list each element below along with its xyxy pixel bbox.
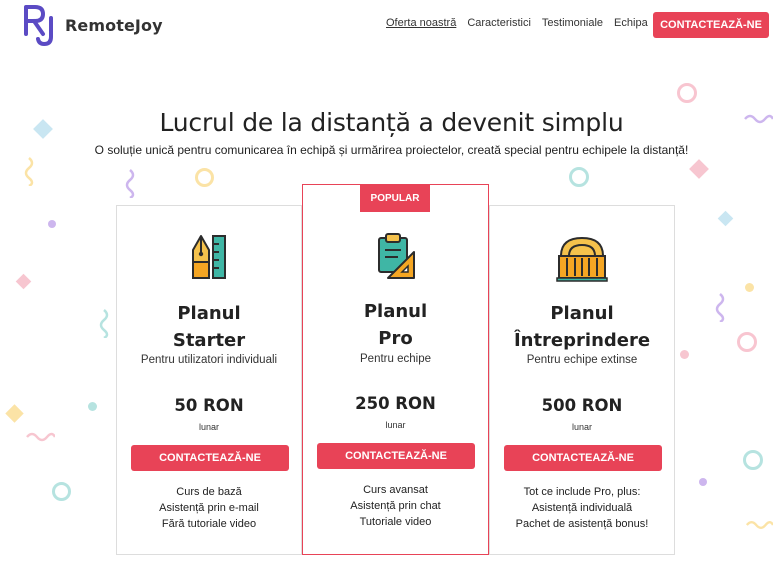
nav-item-caracteristici[interactable]: Caracteristici xyxy=(467,17,531,29)
plan-contact-button[interactable]: CONTACTEAZĂ-NE xyxy=(317,443,475,469)
plan-card-enterprise: Planul Întreprindere Pentru echipe extins… xyxy=(489,205,675,555)
main-nav: Oferta noastră Caracteristici Testimonia… xyxy=(386,17,659,29)
confetti-squiggle xyxy=(26,432,55,442)
confetti-dot xyxy=(680,350,689,359)
popular-badge: POPULAR xyxy=(360,185,430,212)
confetti-squiggle xyxy=(745,521,773,529)
confetti-squiggle xyxy=(24,157,34,186)
plan-features: Tot ce include Pro, plus: Asistență indi… xyxy=(490,484,674,532)
building-icon xyxy=(556,237,608,282)
plan-period: lunar xyxy=(571,422,592,432)
plan-features: Curs avansat Asistență prin chat Tutoria… xyxy=(303,482,488,530)
plan-price: 250 RON xyxy=(355,394,436,413)
nav-item-echipa[interactable]: Echipa xyxy=(614,17,648,29)
plan-title: Planul Starter xyxy=(172,303,246,351)
nav-item-oferta[interactable]: Oferta noastră xyxy=(386,17,456,29)
brand-logo[interactable]: RemoteJoy xyxy=(23,4,163,47)
feature-item: Asistență prin chat xyxy=(350,500,441,512)
brand-name: RemoteJoy xyxy=(65,15,163,35)
confetti-diamond xyxy=(15,273,32,290)
hero-subtitle: O soluție unică pentru comunicarea în ec… xyxy=(94,143,689,157)
confetti-squiggle xyxy=(125,169,135,198)
plan-price: 50 RON xyxy=(174,396,244,415)
confetti-ring xyxy=(52,482,71,501)
plan-price: 500 RON xyxy=(541,396,623,415)
confetti-diamond xyxy=(717,210,734,227)
plan-title: Planul Întreprindere xyxy=(513,303,651,351)
plan-contact-button[interactable]: CONTACTEAZĂ-NE xyxy=(504,445,662,471)
confetti-dot xyxy=(745,283,754,292)
nav-item-testimoniale[interactable]: Testimoniale xyxy=(542,17,603,29)
confetti-squiggle xyxy=(715,293,725,322)
brand-mark xyxy=(23,4,59,47)
plan-features: Curs de bază Asistență prin e-mail Fără … xyxy=(117,484,301,532)
confetti-ring xyxy=(677,83,697,103)
confetti-ring xyxy=(737,332,757,352)
feature-item: Curs avansat xyxy=(363,484,428,496)
plan-card-starter: Planul Starter Pentru utilizatori individ… xyxy=(116,205,302,555)
feature-item: Pachet de asistență bonus! xyxy=(515,518,649,530)
feature-item: Tutoriale video xyxy=(359,516,432,528)
confetti-dot xyxy=(699,478,707,486)
confetti-dot xyxy=(88,402,97,411)
plan-card-pro: POPULAR Planul Pro Pentru echipe 250 RON … xyxy=(302,184,489,555)
feature-item: Curs de bază xyxy=(176,486,242,498)
plan-subtitle: Pentru echipe xyxy=(360,353,431,365)
confetti-diamond xyxy=(689,159,709,179)
plan-subtitle: Pentru utilizatori individuali xyxy=(140,354,278,366)
confetti-ring xyxy=(195,168,214,187)
clipboard-ruler-icon xyxy=(377,233,415,279)
site-header: RemoteJoy Oferta noastră Caracteristici … xyxy=(0,0,783,50)
hero-title: Lucrul de la distanță a devenit simplu xyxy=(159,108,624,137)
plan-contact-button[interactable]: CONTACTEAZĂ-NE xyxy=(131,445,289,471)
plan-period: lunar xyxy=(385,420,406,430)
plan-title: Planul Pro xyxy=(363,301,428,349)
plan-period: lunar xyxy=(198,422,219,432)
confetti-squiggle xyxy=(99,309,109,338)
plan-subtitle: Pentru echipe extinse xyxy=(526,354,638,366)
feature-item: Asistență individuală xyxy=(531,502,633,514)
feature-item: Tot ce include Pro, plus: xyxy=(523,486,641,498)
header-contact-button[interactable]: CONTACTEAZĂ-NE xyxy=(653,12,769,38)
confetti-ring xyxy=(569,167,589,187)
confetti-diamond xyxy=(5,404,24,423)
pen-ruler-icon xyxy=(192,235,226,279)
feature-item: Asistență prin e-mail xyxy=(159,502,259,514)
confetti-dot xyxy=(48,220,56,228)
feature-item: Fără tutoriale video xyxy=(161,518,257,530)
confetti-ring xyxy=(743,450,763,470)
